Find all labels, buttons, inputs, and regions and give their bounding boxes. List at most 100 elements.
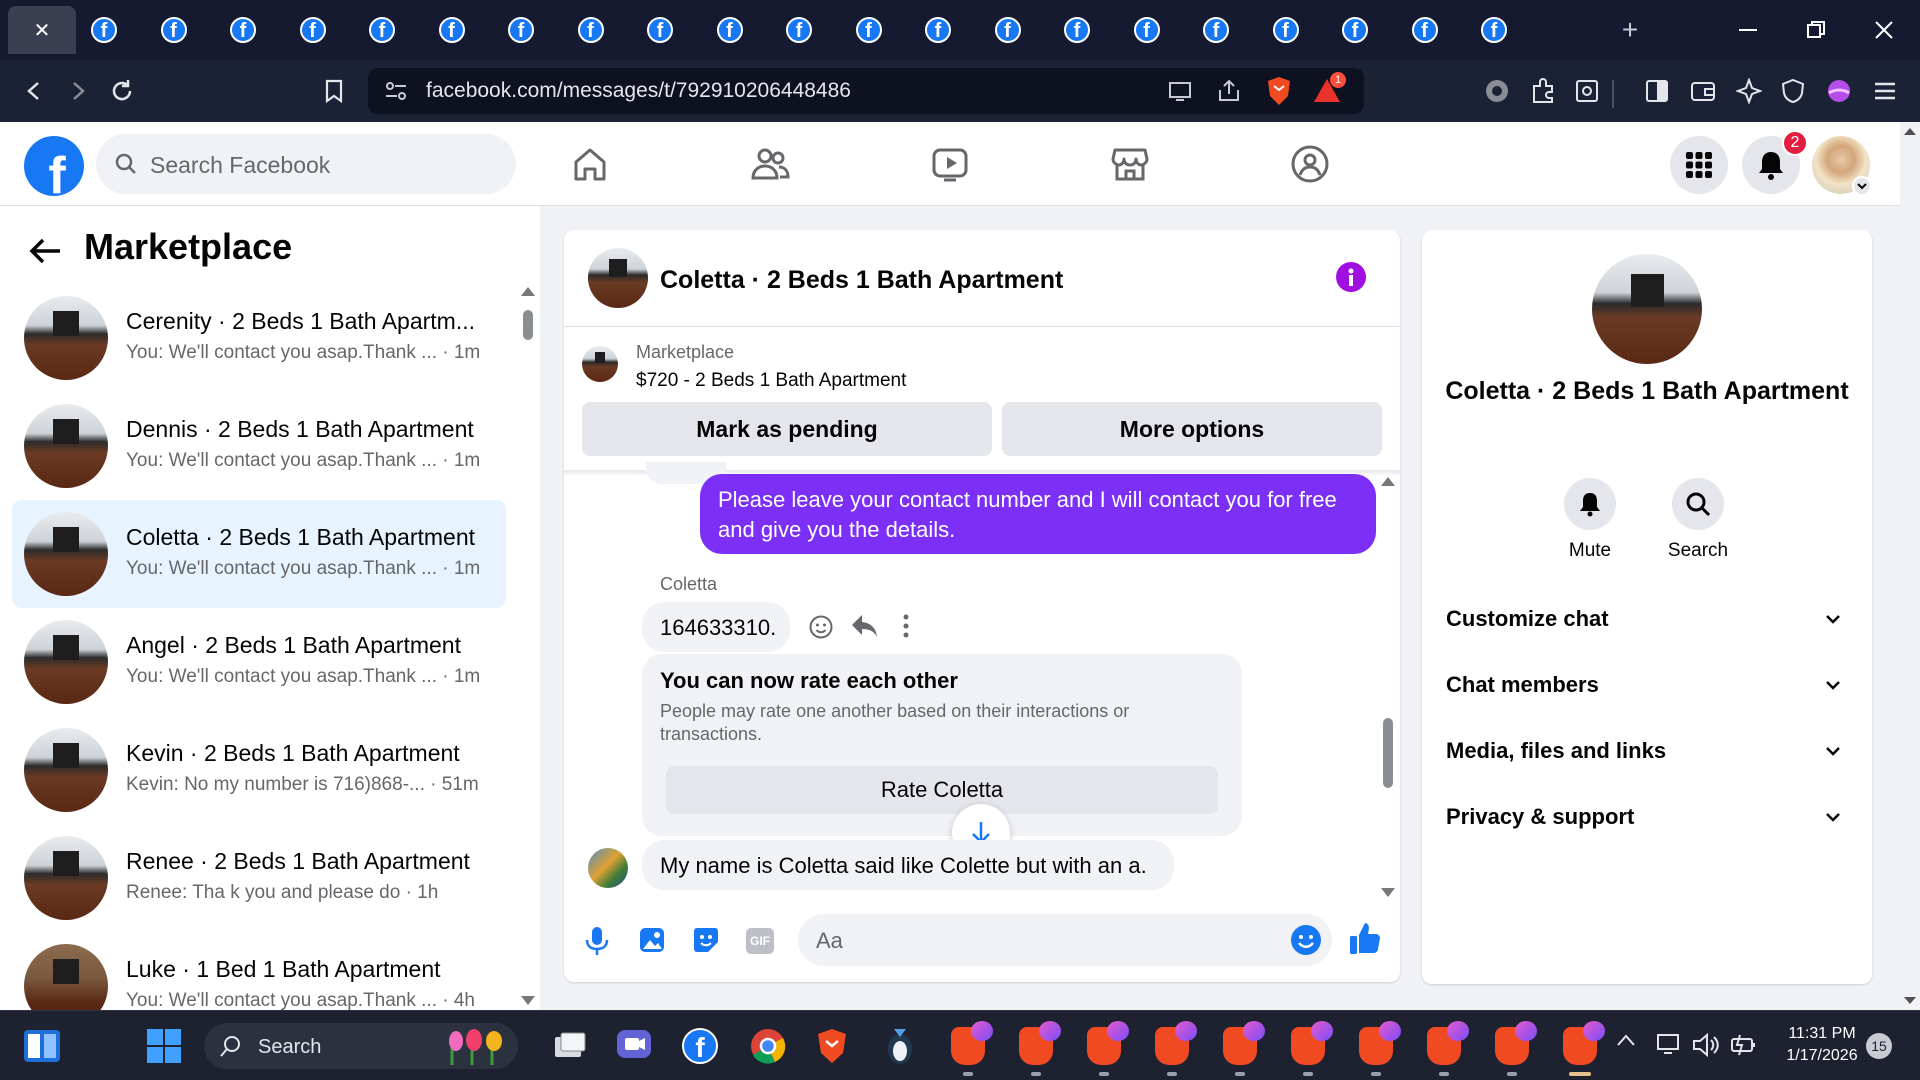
incoming-message-bubble[interactable]: 164633310. — [642, 602, 790, 652]
chat-avatar[interactable] — [588, 248, 648, 308]
details-section-2[interactable]: Media, files and links — [1446, 738, 1850, 778]
page-scrollbar[interactable] — [1900, 122, 1920, 1010]
brave-profile-window-icon[interactable] — [1492, 1021, 1537, 1066]
details-avatar[interactable] — [1592, 254, 1702, 364]
browser-tab[interactable]: f — [140, 6, 208, 54]
browser-tab[interactable]: f — [626, 6, 694, 54]
task-view-icon[interactable] — [550, 1026, 590, 1066]
mute-button[interactable] — [1564, 478, 1616, 530]
browser-tab[interactable]: f — [904, 6, 972, 54]
new-tab-button[interactable]: + — [1610, 10, 1650, 50]
details-section-0[interactable]: Customize chat — [1446, 606, 1850, 646]
groups-icon[interactable] — [1288, 142, 1332, 186]
facebook-app-icon[interactable]: f — [680, 1026, 720, 1066]
browser-tab[interactable]: f — [487, 6, 555, 54]
bookmark-icon[interactable] — [318, 75, 350, 107]
vpn-icon[interactable] — [1484, 78, 1510, 104]
notification-center-badge[interactable]: 15 — [1866, 1033, 1892, 1059]
browser-tab[interactable]: f — [1321, 6, 1389, 54]
gif-icon[interactable]: GIF — [746, 928, 774, 954]
clock-time[interactable]: 11:31 PM — [1772, 1025, 1872, 1043]
battery-icon[interactable] — [1730, 1033, 1758, 1057]
brave-profile-window-icon[interactable] — [1152, 1021, 1197, 1066]
brave-shields-icon[interactable] — [1266, 76, 1292, 106]
site-settings-icon[interactable] — [384, 80, 408, 102]
conversation-item[interactable]: Cerenity · 2 Beds 1 Bath Apartm... You: W… — [12, 284, 506, 392]
leo-ai-icon[interactable] — [1736, 78, 1762, 104]
active-tab[interactable]: ✕ — [8, 6, 76, 54]
scrollbar-thumb[interactable] — [523, 310, 533, 340]
browser-tab[interactable]: f — [696, 6, 764, 54]
screenshot-icon[interactable] — [1574, 78, 1600, 104]
profile-switcher-icon[interactable] — [1826, 78, 1852, 104]
mark-as-pending-button[interactable]: Mark as pending — [582, 402, 992, 456]
browser-tab[interactable]: f — [1113, 6, 1181, 54]
chat-app-icon[interactable] — [614, 1026, 654, 1066]
start-button[interactable] — [144, 1026, 184, 1066]
notifications-button[interactable]: 2 — [1742, 130, 1808, 194]
like-thumbs-up-icon[interactable] — [1348, 922, 1382, 956]
browser-tab[interactable]: f — [418, 6, 486, 54]
conversation-item[interactable]: Kevin · 2 Beds 1 Bath Apartment Kevin: No… — [12, 716, 506, 824]
sticker-icon[interactable] — [692, 926, 720, 954]
clock-date[interactable]: 1/17/2026 — [1772, 1047, 1872, 1065]
outgoing-message-bubble[interactable]: Please leave your contact number and I w… — [700, 474, 1376, 554]
sender-avatar[interactable] — [588, 848, 628, 888]
conversation-item[interactable]: Angel · 2 Beds 1 Bath Apartment You: We'l… — [12, 608, 506, 716]
browser-tab[interactable]: f — [557, 6, 625, 54]
brave-profile-window-icon[interactable] — [1288, 1021, 1333, 1066]
restore-window-icon[interactable] — [1796, 10, 1836, 50]
forward-icon[interactable] — [62, 75, 94, 107]
account-menu-chevron-icon[interactable] — [1852, 176, 1872, 196]
back-arrow-icon[interactable] — [28, 236, 62, 266]
conversation-item[interactable]: Renee · 2 Beds 1 Bath Apartment Renee: Th… — [12, 824, 506, 932]
conversation-item[interactable]: Coletta · 2 Beds 1 Bath Apartment You: We… — [12, 500, 506, 608]
back-icon[interactable] — [18, 75, 50, 107]
conversation-list-scrollbar[interactable] — [518, 284, 538, 1008]
more-options-button[interactable]: More options — [1002, 402, 1382, 456]
browser-tab[interactable]: f — [279, 6, 347, 54]
volume-icon[interactable] — [1692, 1033, 1720, 1057]
profile-avatar[interactable] — [1812, 136, 1872, 196]
details-section-3[interactable]: Privacy & support — [1446, 804, 1850, 844]
incoming-message-bubble[interactable]: My name is Coletta said like Colette but… — [642, 840, 1174, 890]
brave-profile-window-icon[interactable] — [1424, 1021, 1469, 1066]
facebook-logo[interactable]: f — [24, 136, 84, 196]
brave-profile-window-icon[interactable] — [1220, 1021, 1265, 1066]
video-icon[interactable] — [928, 142, 972, 186]
install-app-icon[interactable] — [1168, 79, 1194, 103]
browser-tab[interactable]: f — [765, 6, 833, 54]
browser-tab[interactable]: f — [209, 6, 277, 54]
url-text[interactable]: facebook.com/messages/t/792910206448486 — [426, 79, 851, 103]
conversation-info-icon[interactable] — [1336, 262, 1366, 292]
browser-tab[interactable]: f — [348, 6, 416, 54]
search-in-conversation-button[interactable] — [1672, 478, 1724, 530]
marketplace-icon[interactable] — [1108, 142, 1152, 186]
reload-icon[interactable] — [106, 75, 138, 107]
network-icon[interactable] — [1656, 1033, 1682, 1057]
browser-tab[interactable]: f — [1043, 6, 1111, 54]
share-icon[interactable] — [1216, 78, 1242, 104]
listing-title[interactable]: $720 - 2 Beds 1 Bath Apartment — [636, 370, 906, 392]
brave-profile-window-icon[interactable] — [948, 1021, 993, 1066]
friends-icon[interactable] — [748, 142, 792, 186]
messages-scrollbar[interactable] — [1378, 474, 1398, 900]
close-window-icon[interactable] — [1864, 10, 1904, 50]
minimize-window-icon[interactable] — [1728, 10, 1768, 50]
scrollbar-thumb[interactable] — [1383, 718, 1393, 788]
listing-thumbnail[interactable] — [582, 346, 618, 382]
rate-coletta-button[interactable]: Rate Coletta — [666, 766, 1218, 814]
brave-rewards-icon[interactable]: 1 — [1312, 72, 1346, 106]
wallet-icon[interactable] — [1690, 78, 1716, 104]
details-section-1[interactable]: Chat members — [1446, 672, 1850, 712]
browser-tab[interactable]: f — [1391, 6, 1459, 54]
facebook-search-input[interactable]: Search Facebook — [96, 134, 516, 194]
brave-profile-window-icon[interactable] — [1560, 1021, 1605, 1066]
browser-tab[interactable]: f — [1182, 6, 1250, 54]
react-emoji-icon[interactable] — [808, 614, 834, 640]
browser-tab[interactable]: f — [1460, 6, 1528, 54]
sidebar-icon[interactable] — [1644, 78, 1670, 104]
emoji-icon[interactable] — [1290, 924, 1322, 956]
conversation-item[interactable]: Dennis · 2 Beds 1 Bath Apartment You: We'… — [12, 392, 506, 500]
more-actions-icon[interactable] — [902, 612, 910, 640]
